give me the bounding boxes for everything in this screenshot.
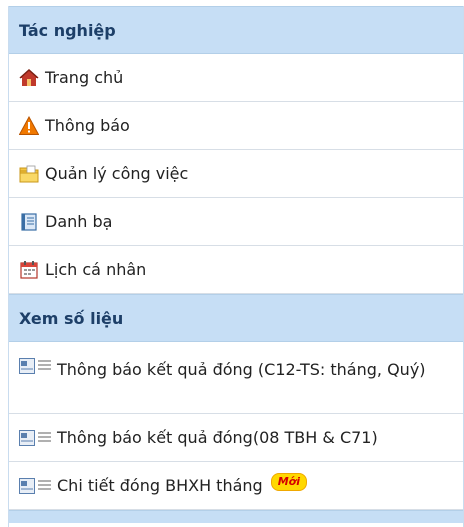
- warning-icon: [19, 115, 39, 135]
- menu-item-label: Thông báo: [45, 115, 130, 135]
- menu-item-label: Danh bạ: [45, 211, 113, 231]
- menu-item-label: Trang chủ: [45, 67, 124, 87]
- menu-item-label: Lịch cá nhân: [45, 259, 147, 279]
- report-card-icon: [19, 358, 51, 374]
- menu-item-lich-ca-nhan[interactable]: Lịch cá nhân: [9, 246, 463, 294]
- home-icon: [19, 68, 39, 86]
- menu-item-label: Thông báo kết quả đóng (C12-TS: tháng, Q…: [57, 360, 426, 379]
- menu-item-chi-tiet-dong-bhxh[interactable]: Chi tiết đóng BHXH tháng Mới: [9, 462, 463, 510]
- menu-item-thong-bao[interactable]: Thông báo: [9, 102, 463, 150]
- folder-icon: [19, 165, 39, 182]
- report-card-icon: [19, 429, 51, 446]
- menu-item-label: Chi tiết đóng BHXH tháng: [57, 475, 263, 495]
- new-badge: Mới: [270, 472, 307, 491]
- section-title: Xem số liệu: [19, 308, 124, 328]
- menu-item-danh-ba[interactable]: Danh bạ: [9, 198, 463, 246]
- menu-item-label: Quản lý công việc: [45, 163, 189, 183]
- section-title: Tác nghiệp: [19, 20, 116, 40]
- report-card-icon: [19, 477, 51, 494]
- section-header-tac-nghiep[interactable]: Tác nghiệp: [9, 6, 463, 54]
- section-header-next: [9, 510, 463, 523]
- menu-item-quan-ly-cong-viec[interactable]: Quản lý công việc: [9, 150, 463, 198]
- section-header-xem-so-lieu[interactable]: Xem số liệu: [9, 294, 463, 342]
- menu-item-thong-bao-ket-qua-dong-08[interactable]: Thông báo kết quả đóng(08 TBH & C71): [9, 414, 463, 462]
- menu-item-label: Thông báo kết quả đóng(08 TBH & C71): [57, 427, 378, 447]
- navigation-panel: Tác nghiệp Trang chủ Thông báo Quản lý c…: [8, 6, 464, 527]
- contacts-book-icon: [21, 212, 37, 231]
- menu-item-trang-chu[interactable]: Trang chủ: [9, 54, 463, 102]
- menu-item-thong-bao-ket-qua-dong-c12[interactable]: Thông báo kết quả đóng (C12-TS: tháng, Q…: [9, 342, 463, 414]
- calendar-icon: [20, 260, 38, 279]
